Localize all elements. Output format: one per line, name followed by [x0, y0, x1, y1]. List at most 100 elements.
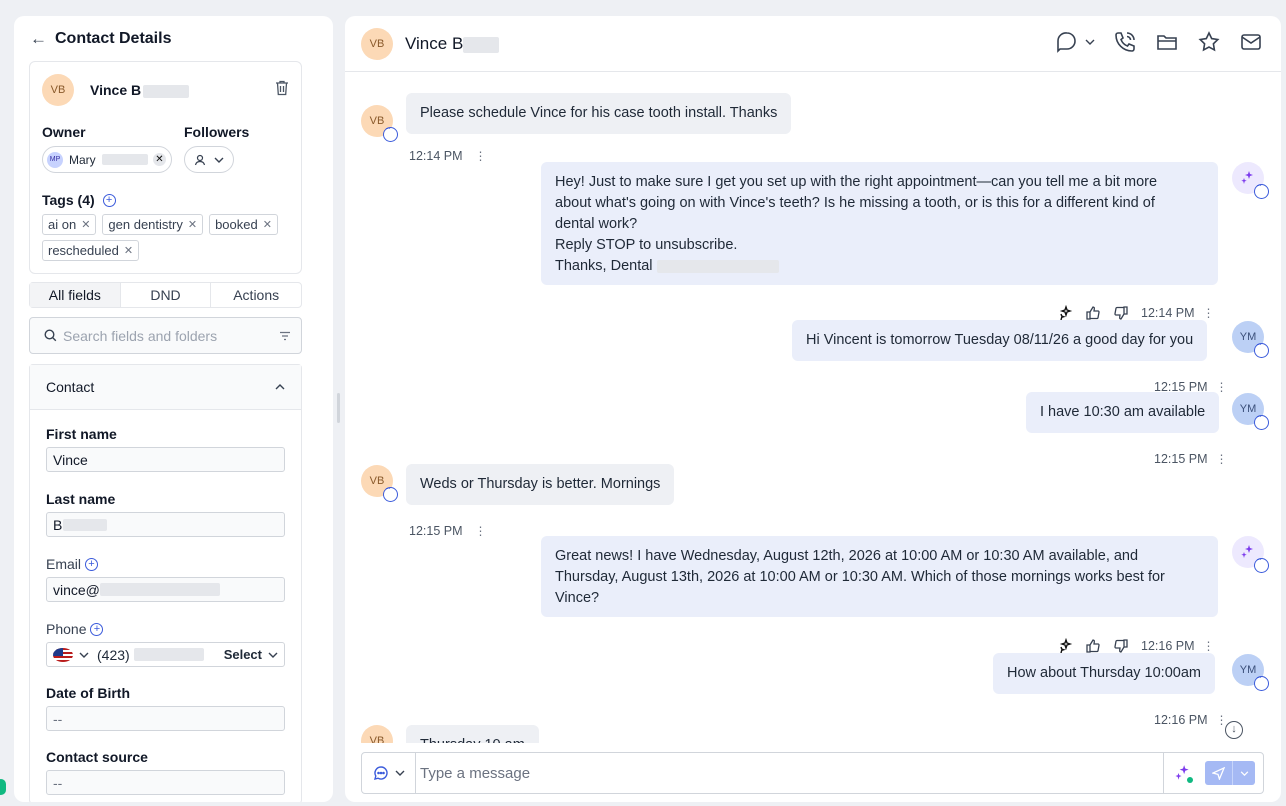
panel-header: ← Contact Details — [30, 29, 171, 49]
tab-dnd[interactable]: DND — [121, 283, 212, 307]
remove-owner-icon[interactable]: ✕ — [153, 153, 166, 166]
avatar-initials: YM — [1239, 664, 1257, 676]
last-name-input[interactable]: B — [46, 512, 285, 537]
tag-label: booked — [215, 217, 258, 232]
sms-icon — [373, 766, 388, 780]
more-options-icon[interactable]: ⋮ — [475, 524, 487, 538]
scroll-to-bottom-icon[interactable]: ↓ — [1225, 721, 1243, 739]
thumbs-down-icon[interactable] — [1113, 305, 1129, 321]
message-meta: 12:14 PM ⋮ — [409, 149, 487, 163]
redacted-block — [133, 648, 204, 661]
folder-icon[interactable] — [1155, 30, 1179, 54]
back-arrow-icon[interactable]: ← — [30, 29, 47, 49]
tag-chip[interactable]: ai on ✕ — [42, 214, 97, 235]
thumbs-up-icon[interactable] — [1085, 638, 1101, 654]
owner-chip[interactable]: MP Mary ✕ — [42, 146, 172, 173]
more-options-icon[interactable]: ⋮ — [475, 149, 487, 163]
message-meta: 12:14 PM ⋮ — [1057, 305, 1215, 321]
sms-channel-icon — [1254, 673, 1269, 691]
panel-title: Contact Details — [55, 30, 172, 47]
star-icon[interactable] — [1197, 30, 1221, 54]
message-bubble: How about Thursday 10:00am — [993, 653, 1215, 694]
sms-channel-icon — [383, 484, 398, 502]
message-line: Reply STOP to unsubscribe. — [555, 237, 738, 253]
remove-tag-icon[interactable]: ✕ — [124, 244, 133, 257]
contact-source-input[interactable]: -- — [46, 770, 285, 795]
status-indicator — [0, 779, 6, 795]
sms-channel-icon — [1254, 340, 1269, 358]
more-options-icon[interactable]: ⋮ — [1203, 639, 1215, 653]
add-email-icon[interactable]: + — [85, 557, 99, 571]
sparkle-icon — [1241, 171, 1253, 184]
chevron-down-icon — [1085, 39, 1095, 45]
message-meta: 12:16 PM ⋮ — [1154, 713, 1228, 727]
thumbs-up-icon[interactable] — [1085, 305, 1101, 321]
add-tag-icon[interactable]: + — [102, 193, 116, 207]
tab-all-fields[interactable]: All fields — [30, 283, 121, 307]
sender-avatar: YM — [1232, 321, 1269, 358]
chevron-down-icon[interactable] — [79, 652, 89, 658]
more-options-icon[interactable]: ⋮ — [1216, 452, 1228, 466]
chevron-down-icon — [395, 770, 404, 776]
chevron-up-icon — [275, 384, 285, 390]
tag-label: gen dentistry — [108, 217, 183, 232]
ai-sparkle-icon[interactable] — [1057, 305, 1073, 321]
phone-input[interactable]: (423) Select — [46, 642, 285, 667]
message-input[interactable] — [416, 753, 1163, 793]
last-name-field: Last name B — [46, 491, 285, 537]
avatar-initials: VB — [369, 735, 385, 743]
message-line-text: Thanks, Dental — [555, 258, 653, 274]
add-phone-icon[interactable]: + — [90, 622, 104, 636]
remove-tag-icon[interactable]: ✕ — [188, 218, 197, 231]
message-line: Hey! Just to make sure I get you set up … — [555, 174, 1158, 190]
redacted-block — [143, 84, 190, 98]
message-bubble: Hey! Just to make sure I get you set up … — [541, 162, 1218, 285]
more-options-icon[interactable]: ⋮ — [1216, 380, 1228, 394]
channel-dropdown[interactable] — [1055, 30, 1095, 54]
ai-assist-button[interactable] — [1163, 753, 1201, 793]
remove-tag-icon[interactable]: ✕ — [263, 218, 272, 231]
dob-input[interactable]: -- — [46, 706, 285, 731]
chat-bubble-icon — [1057, 32, 1076, 53]
send-button[interactable] — [1205, 761, 1255, 785]
send-options-chevron-icon[interactable] — [1233, 770, 1255, 776]
owner-name: Mary — [69, 152, 96, 167]
remove-tag-icon[interactable]: ✕ — [81, 218, 90, 231]
filter-icon[interactable] — [279, 331, 291, 341]
contact-section-header[interactable]: Contact — [30, 365, 301, 410]
email-field: Email + vince@ — [46, 556, 285, 602]
contact-details-panel: ← Contact Details VB Vince B Owner Follo… — [14, 16, 333, 802]
first-name-input[interactable]: Vince — [46, 447, 285, 472]
phone-type-select[interactable]: Select — [224, 647, 278, 662]
mail-icon[interactable] — [1239, 30, 1263, 54]
tags-header: Tags (4) + — [42, 192, 116, 208]
channel-selector[interactable] — [362, 753, 416, 793]
tab-actions[interactable]: Actions — [211, 283, 301, 307]
search-input[interactable] — [63, 327, 273, 344]
sms-channel-icon — [1254, 181, 1269, 199]
tag-chip[interactable]: gen dentistry ✕ — [102, 214, 204, 235]
more-options-icon[interactable]: ⋮ — [1203, 306, 1215, 320]
followers-dropdown[interactable] — [184, 146, 234, 173]
tag-chip[interactable]: booked ✕ — [209, 214, 278, 235]
contact-source-label: Contact source — [46, 749, 148, 765]
dob-label: Date of Birth — [46, 685, 130, 701]
message-bubble: Hi Vincent is tomorrow Tuesday 08/11/26 … — [792, 320, 1208, 361]
us-flag-icon[interactable] — [53, 647, 73, 662]
email-input[interactable]: vince@ — [46, 577, 285, 602]
trash-icon[interactable] — [275, 80, 289, 96]
ai-sparkle-icon[interactable] — [1057, 638, 1073, 654]
message-composer — [361, 752, 1264, 794]
message-list: VB Please schedule Vince for his case to… — [345, 73, 1281, 743]
phone-call-icon[interactable] — [1113, 30, 1137, 54]
phone-label: Phone — [46, 621, 87, 637]
send-icon[interactable] — [1205, 761, 1233, 785]
tag-chip[interactable]: rescheduled ✕ — [42, 240, 140, 261]
avatar-initials: YM — [1239, 331, 1257, 343]
panel-resize-handle[interactable] — [337, 393, 340, 423]
redacted-block — [463, 36, 500, 53]
message-bubble: Weds or Thursday is better. Mornings — [406, 464, 675, 505]
thumbs-down-icon[interactable] — [1113, 638, 1129, 654]
contact-section: Contact First name Vince Last name B Ema… — [29, 364, 302, 802]
redacted-block — [99, 583, 220, 596]
